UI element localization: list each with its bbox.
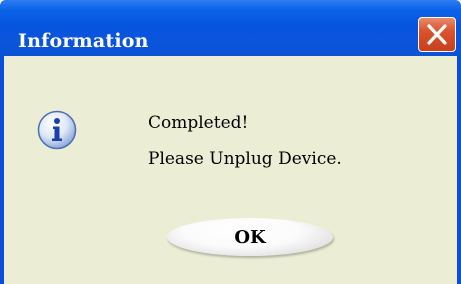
close-icon xyxy=(427,24,447,45)
ok-button[interactable]: OK xyxy=(167,218,333,256)
dialog-body: Completed! Please Unplug Device. OK xyxy=(4,56,457,284)
title-bar[interactable]: Information xyxy=(0,0,461,56)
window-title: Information xyxy=(18,30,149,52)
info-icon xyxy=(37,110,77,150)
dialog-window: Information Completed! Please Unplug Dev… xyxy=(0,0,461,284)
ok-button-label: OK xyxy=(234,226,266,248)
message-line-1: Completed! xyxy=(148,113,249,133)
message-line-2: Please Unplug Device. xyxy=(148,149,342,169)
close-button[interactable] xyxy=(418,17,456,52)
